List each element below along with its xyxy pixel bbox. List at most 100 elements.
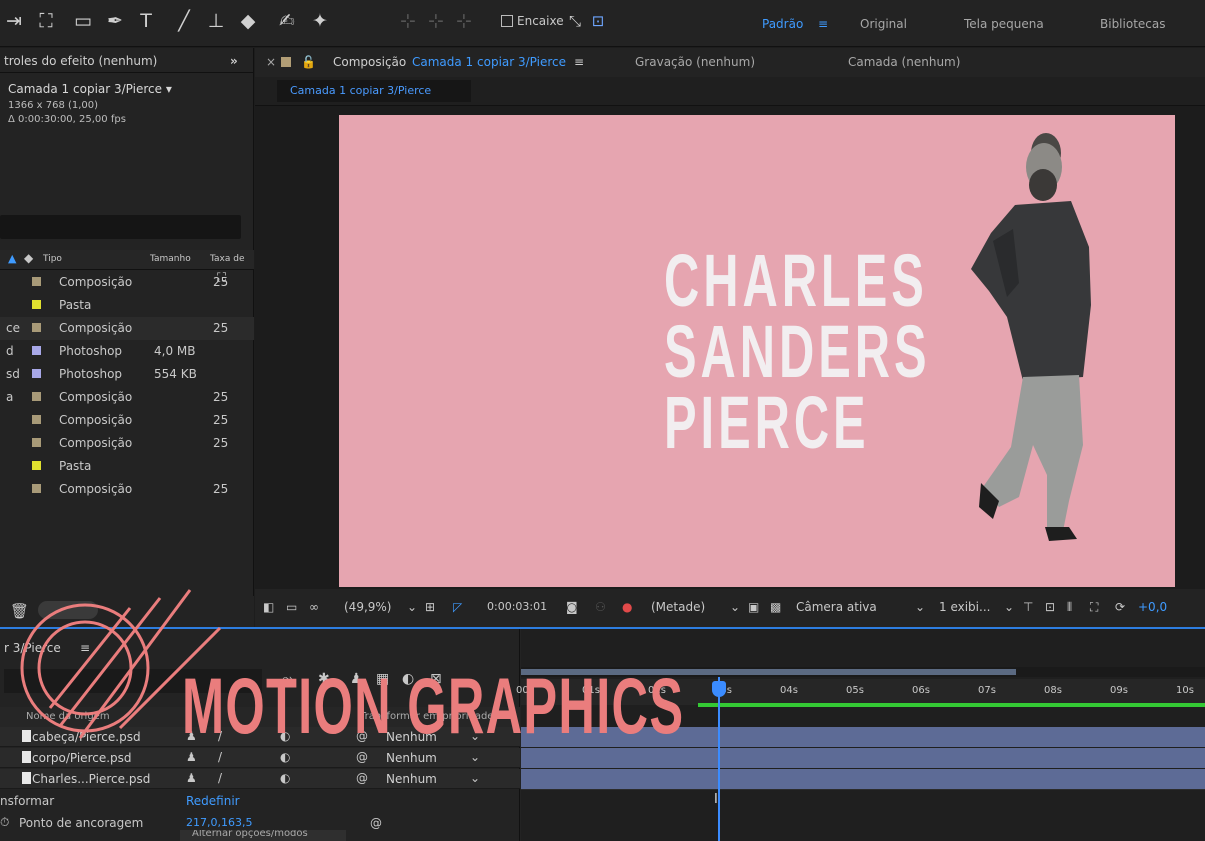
project-item[interactable]: sd Photoshop 554 KB [0,363,254,386]
snap-icon[interactable]: ⤡ [563,9,587,33]
stopwatch-icon[interactable]: ⏱ [0,815,9,830]
label-color-swatch[interactable] [32,300,41,309]
column-tipo[interactable]: Tipo [43,254,62,264]
project-item[interactable]: ce Composição 25 [0,317,254,340]
zoom-chevron-icon[interactable]: ⌄ [407,600,417,614]
pick-whip-icon[interactable]: @ [356,771,368,785]
rectangle-tool-icon[interactable]: ▭ [71,9,95,33]
keyframe-marker-icon[interactable]: Ι [714,792,718,807]
blend-switch-icon[interactable]: ◐ [280,750,290,764]
axis-view-icon[interactable]: ⊹ [452,9,476,33]
axis-world-icon[interactable]: ⊹ [424,9,448,33]
sort-arrow-icon[interactable]: ▲ [8,252,16,265]
brush-tool-icon[interactable]: ╱ [172,9,196,33]
stamp-tool-icon[interactable]: ⊥ [204,9,228,33]
quality-switch-icon[interactable]: / [218,771,222,785]
reset-link[interactable]: Redefinir [186,794,240,808]
label-color-swatch[interactable] [32,346,41,355]
comp-tab-name[interactable]: Camada 1 copiar 3/Pierce [412,55,566,69]
composition-canvas[interactable]: CHARLES SANDERS PIERCE [339,115,1175,587]
project-item[interactable]: a Composição 25 [0,386,254,409]
fast-preview-icon[interactable]: ⊡ [1045,600,1055,614]
label-color-swatch[interactable] [32,277,41,286]
axis-local-icon[interactable]: ⊹ [396,9,420,33]
project-item[interactable]: Pasta [0,455,254,478]
project-item[interactable]: d Photoshop 4,0 MB [0,340,254,363]
effect-controls-tab[interactable]: troles do efeito (nenhum) [4,54,157,68]
project-item[interactable]: Pasta [0,294,254,317]
eraser-tool-icon[interactable]: ◆ [236,9,260,33]
label-tag-icon[interactable]: ◆ [24,251,33,265]
project-item[interactable]: Composição 25 [0,432,254,455]
roto-brush-tool-icon[interactable]: ✍ [275,9,299,33]
layer-name[interactable]: Charles...Pierce.psd [32,772,150,786]
spiral-icon[interactable]: @ [370,816,382,830]
layer-bar-3[interactable] [521,769,1205,789]
chevron-down-icon[interactable]: ⌄ [470,750,480,764]
resolution-chevron-icon[interactable]: ⌄ [730,600,740,614]
transparency-grid-icon[interactable]: ▩ [770,600,781,614]
reset-exposure-icon[interactable]: ⟳ [1115,600,1125,614]
pick-whip-icon[interactable]: @ [356,750,368,764]
label-color-swatch[interactable] [32,484,41,493]
parent-dropdown[interactable]: Nenhum [386,772,437,786]
views-dropdown[interactable]: 1 exibi... [939,600,990,614]
blend-switch-icon[interactable]: ◐ [280,771,290,785]
tab-camada[interactable]: Camada (nenhum) [848,55,960,69]
lock-icon[interactable]: 🔓 [301,55,316,69]
shy-switch-icon[interactable]: ♟ [186,771,197,785]
playhead[interactable] [718,677,720,841]
panel-expand-icon[interactable]: » [230,54,238,68]
workspace-bibliotecas[interactable]: Bibliotecas [1100,17,1165,31]
roi-icon[interactable]: ▣ [748,600,759,614]
chevron-down-icon[interactable]: ⌄ [470,771,480,785]
toggle-switches-bar[interactable]: Alternar opções/modos [180,830,346,841]
current-timecode[interactable]: 0:00:03:01 [487,600,547,613]
transform-label[interactable]: nsformar [0,794,54,808]
snap-target-icon[interactable]: ⊡ [586,9,610,33]
tab-menu-icon[interactable]: ≡ [574,55,584,69]
resolution-dropdown[interactable]: (Metade) [651,600,705,614]
flowchart-icon[interactable]: ⛶ [217,271,226,286]
playhead-handle[interactable] [712,681,726,697]
timeline-layer-row[interactable]: Charles...Pierce.psd ♟ / ◐ @ Nenhum ⌄ [0,769,520,789]
column-tamanho[interactable]: Tamanho [150,254,191,264]
project-item[interactable]: Composição 25 [0,478,254,501]
grid-icon[interactable]: ⊞ [425,600,435,614]
project-search-input[interactable] [0,215,241,239]
puppet-pin-tool-icon[interactable]: ✦ [308,9,332,33]
label-color-swatch[interactable] [32,369,41,378]
breadcrumb-comp[interactable]: Camada 1 copiar 3/Pierce [277,80,471,102]
label-color-swatch[interactable] [32,461,41,470]
timeline-icon[interactable]: ⫴ [1067,600,1072,615]
camera-dropdown[interactable]: Câmera ativa [796,600,877,614]
text-tool-icon[interactable]: T [134,9,158,33]
toggle-pixel-icon[interactable]: ⊤ [1023,600,1033,614]
exposure-value[interactable]: +0,0 [1138,600,1167,614]
snapshot-icon[interactable]: ◙ [566,600,578,614]
views-chevron-icon[interactable]: ⌄ [1004,600,1014,614]
comp-tab-prefix[interactable]: Composição [333,55,406,69]
channels-icon[interactable]: ● [622,600,632,614]
camera-chevron-icon[interactable]: ⌄ [915,600,925,614]
parent-dropdown[interactable]: Nenhum [386,751,437,765]
region-icon[interactable]: ◸ [453,600,462,614]
tab-gravacao[interactable]: Gravação (nenhum) [635,55,755,69]
checkbox-icon[interactable] [501,15,513,27]
zoom-dropdown[interactable]: (49,9%) [344,600,391,614]
goggles-icon[interactable]: ∞ [309,600,319,614]
monitor-icon[interactable]: ▭ [286,600,297,614]
snapping-checkbox[interactable]: Encaixe [501,14,564,28]
comp-name[interactable]: Camada 1 copiar 3/Pierce ▾ [8,82,172,96]
anchor-point-value[interactable]: 217,0,163,5 [186,816,252,829]
flowchart-viewer-icon[interactable]: ⛶ [1090,600,1098,615]
workspace-padrao[interactable]: Padrão [762,17,803,31]
label-color-swatch[interactable] [32,438,41,447]
zoom-tool-icon[interactable]: ⛶ [34,9,58,33]
column-taxa[interactable]: Taxa de [210,254,244,264]
project-item[interactable]: Composição 25 [0,271,254,294]
label-color-swatch[interactable] [32,323,41,332]
workspace-tela-pequena[interactable]: Tela pequena [964,17,1044,31]
workspace-menu-icon[interactable]: ≡ [818,17,828,31]
close-tab-icon[interactable]: × [266,55,276,69]
